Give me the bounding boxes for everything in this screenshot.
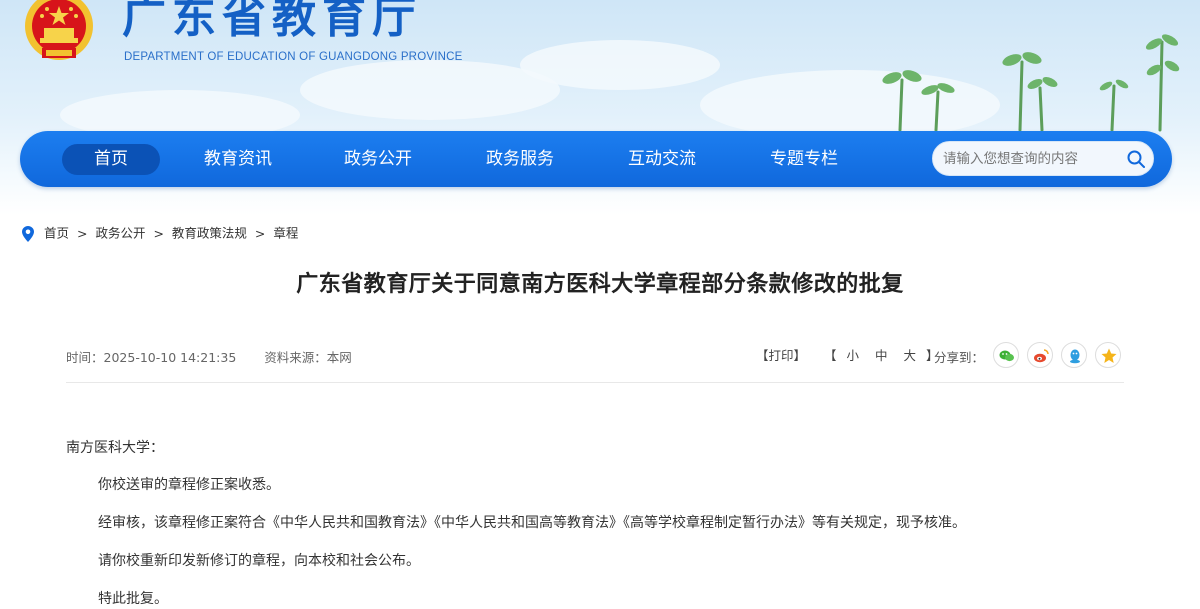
time-label: 时间：	[66, 350, 104, 365]
share-qq-button[interactable]	[1061, 342, 1087, 368]
qq-icon	[1070, 349, 1080, 364]
breadcrumb-government-affairs[interactable]: 政务公开	[95, 226, 145, 241]
search-icon[interactable]	[1126, 149, 1146, 169]
location-pin-icon	[22, 225, 34, 242]
wechat-icon	[999, 350, 1014, 362]
article-tools: 【打印】 【 小 中 大 】	[756, 347, 939, 365]
source-value: 本网	[326, 350, 352, 365]
breadcrumb-education-policy[interactable]: 教育政策法规	[172, 226, 247, 241]
breadcrumb-charter[interactable]: 章程	[273, 226, 298, 241]
nav-government-services[interactable]: 政务服务	[470, 144, 570, 175]
weibo-icon	[1034, 349, 1049, 363]
paragraph: 经审核，该章程修正案符合《中华人民共和国教育法》《中华人民共和国高等教育法》《高…	[98, 515, 966, 531]
share-label: 分享到：	[934, 350, 985, 365]
meta-divider	[66, 382, 1124, 383]
source-label: 资料来源：	[264, 350, 327, 365]
search-box	[932, 141, 1154, 176]
site-subtitle: DEPARTMENT OF EDUCATION OF GUANGDONG PRO…	[124, 51, 463, 63]
national-emblem-icon	[25, 0, 93, 60]
paragraph: 请你校重新印发新修订的章程，向本校和社会公布。	[98, 553, 420, 569]
print-button[interactable]: 【打印】	[756, 347, 806, 365]
article-body: 南方医科大学： 你校送审的章程修正案收悉。 经审核，该章程修正案符合《中华人民共…	[66, 438, 1126, 609]
site-title[interactable]: 广东省教育厅	[122, 0, 422, 50]
share-wechat-button[interactable]	[993, 342, 1019, 368]
nav-education-news[interactable]: 教育资讯	[188, 144, 288, 175]
qzone-icon	[1101, 348, 1117, 363]
font-size-medium-button[interactable]: 中	[875, 347, 888, 365]
share-qzone-button[interactable]	[1095, 342, 1121, 368]
breadcrumb-home[interactable]: 首页	[44, 226, 69, 241]
search-input[interactable]	[943, 149, 1115, 169]
article-title: 广东省教育厅关于同意南方医科大学章程部分条款修改的批复	[296, 272, 904, 297]
paragraph: 特此批复。	[98, 591, 168, 607]
font-size-small-button[interactable]: 小	[847, 347, 860, 365]
main-navbar: 首页 教育资讯 政务公开 政务服务 互动交流 专题专栏	[20, 131, 1172, 187]
sprout-decoration-icon	[882, 34, 1180, 132]
nav-government-affairs-disclosure[interactable]: 政务公开	[328, 144, 428, 175]
publish-time: 2025-10-10 14:21:35	[103, 350, 237, 365]
paragraph: 你校送审的章程修正案收悉。	[98, 477, 280, 493]
nav-home[interactable]: 首页	[62, 144, 160, 175]
nav-special-topics[interactable]: 专题专栏	[754, 144, 854, 175]
share-weibo-button[interactable]	[1027, 342, 1053, 368]
breadcrumb-separator: >	[153, 225, 164, 241]
salutation: 南方医科大学：	[66, 440, 164, 456]
article-meta: 时间：2025-10-10 14:21:35 资料来源：本网	[66, 347, 352, 366]
font-size-large-button[interactable]: 大	[904, 347, 917, 365]
breadcrumb-separator: >	[76, 225, 88, 241]
breadcrumb: 首页 > 政务公开 > 教育政策法规 > 章程	[22, 224, 298, 242]
breadcrumb-separator: >	[254, 225, 266, 241]
nav-interaction[interactable]: 互动交流	[612, 144, 712, 175]
font-size-open: 【	[824, 348, 837, 363]
